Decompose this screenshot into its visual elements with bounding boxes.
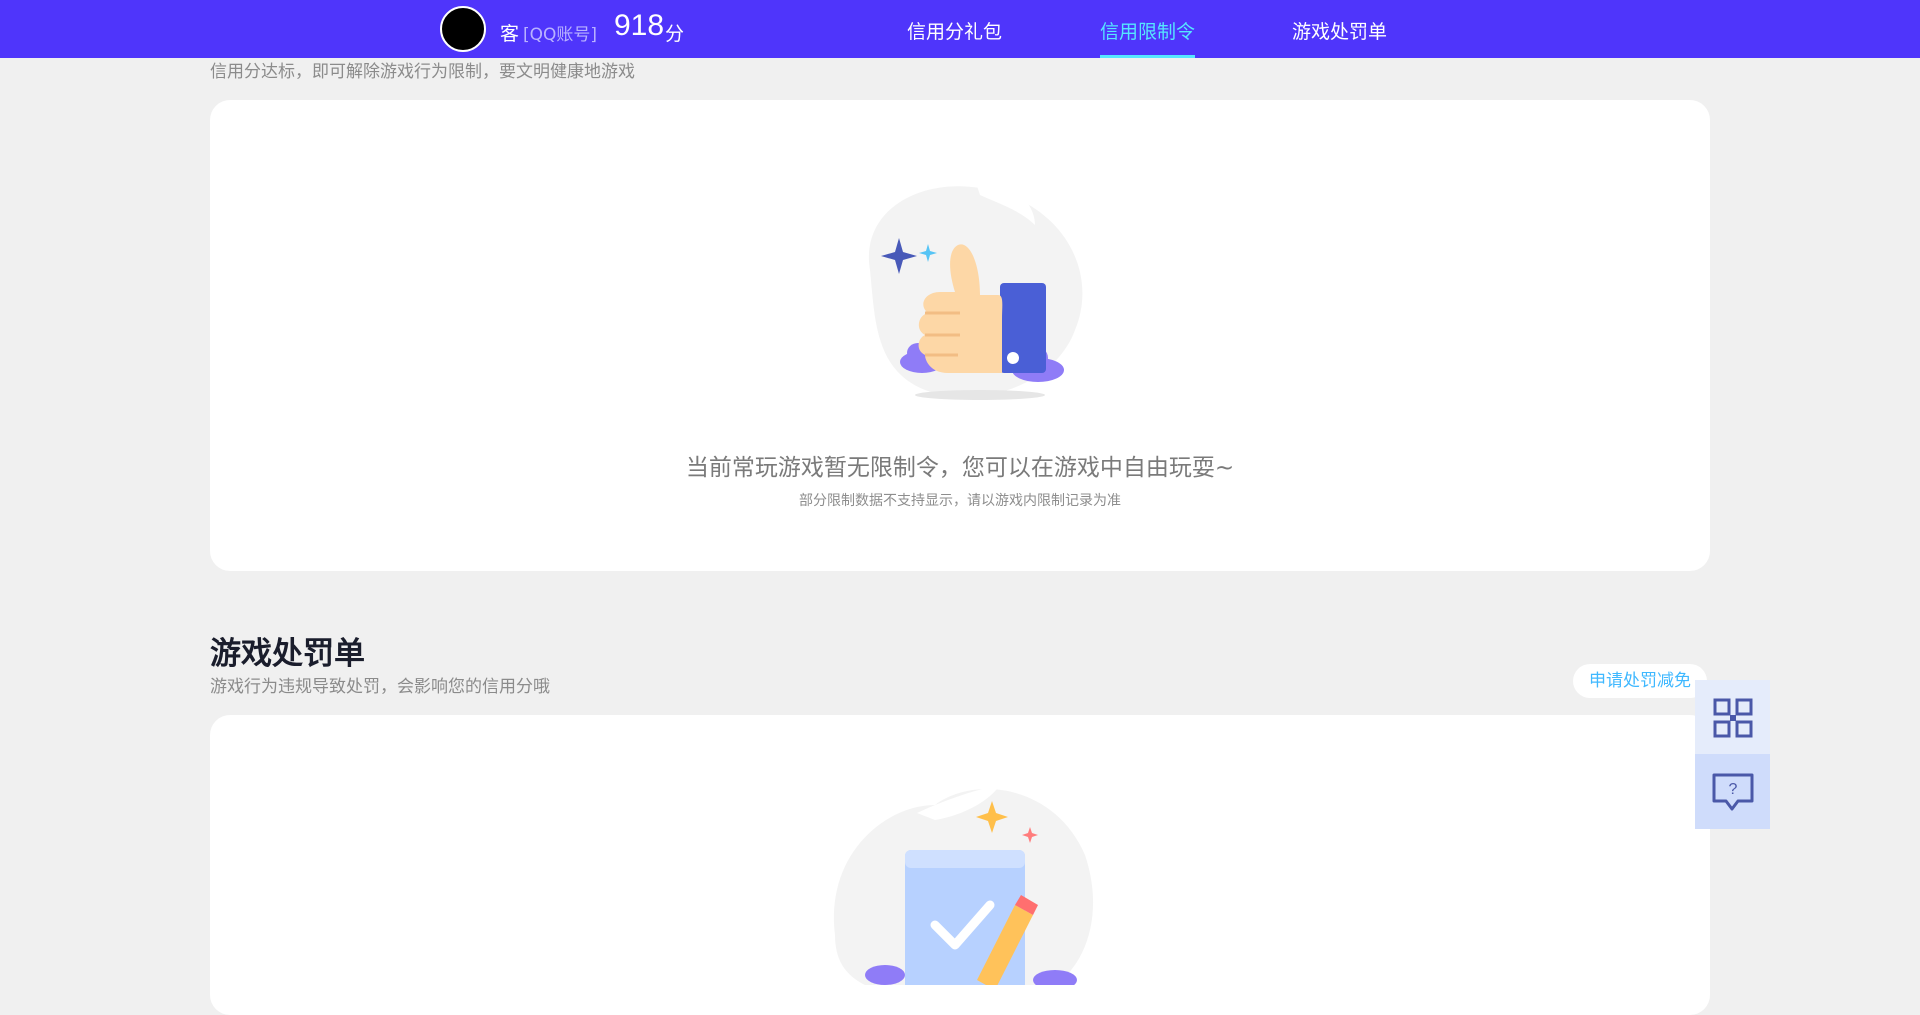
document-check-illustration-icon — [833, 785, 1094, 985]
qr-code-button[interactable] — [1695, 680, 1770, 755]
restriction-subtitle: 信用分达标，即可解除游戏行为限制，要文明健康地游戏 — [210, 62, 635, 82]
active-tab-underline — [1100, 55, 1196, 58]
tab-credit-restriction[interactable]: 信用限制令 — [1100, 17, 1196, 58]
svg-text:?: ? — [1728, 781, 1737, 798]
restriction-empty-note: 部分限制数据不支持显示，请以游戏内限制记录为准 — [799, 493, 1121, 509]
account-type: [QQ账号] — [523, 25, 598, 45]
tab-label: 信用分礼包 — [907, 21, 1003, 43]
restriction-card: 当前常玩游戏暂无限制令，您可以在游戏中自由玩耍~ 部分限制数据不支持显示，请以游… — [210, 100, 1710, 571]
restriction-empty-message: 当前常玩游戏暂无限制令，您可以在游戏中自由玩耍~ — [685, 455, 1235, 481]
tab-label: 游戏处罚单 — [1292, 21, 1388, 43]
top-header: 客 [QQ账号] 918 分 信用分礼包 信用限制令 游戏处罚单 — [0, 0, 1920, 58]
penalty-section-title: 游戏处罚单 — [210, 636, 365, 672]
user-name: 客 — [500, 23, 520, 45]
tab-game-penalty[interactable]: 游戏处罚单 — [1292, 17, 1387, 58]
thumbs-up-illustration-icon — [868, 179, 1083, 400]
help-button[interactable]: ? — [1695, 754, 1770, 829]
avatar[interactable] — [440, 6, 486, 52]
apply-penalty-relief-link[interactable]: 申请处罚减免 — [1573, 664, 1707, 698]
penalty-subtitle: 游戏行为违规导致处罚，会影响您的信用分哦 — [210, 677, 550, 697]
qr-code-icon — [1713, 698, 1752, 737]
help-chat-icon: ? — [1712, 773, 1753, 810]
tab-credit-gift[interactable]: 信用分礼包 — [907, 17, 1002, 58]
penalty-card — [210, 715, 1710, 1015]
credit-score: 918 — [614, 9, 665, 42]
tab-label: 信用限制令 — [1100, 21, 1196, 43]
credit-score-unit: 分 — [665, 23, 685, 45]
